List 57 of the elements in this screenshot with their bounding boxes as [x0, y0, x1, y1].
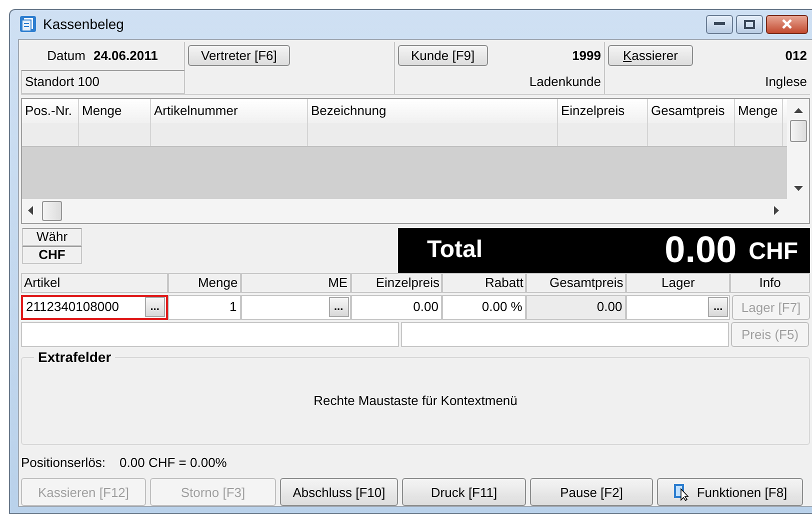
- context-menu-hint: Rechte Maustaste für Kontextmenü: [314, 392, 518, 410]
- browse-button[interactable]: ...: [144, 297, 165, 317]
- vertreter-button[interactable]: Vertreter [F6]: [188, 45, 290, 66]
- panel-title: Extrafelder: [34, 348, 116, 364]
- unit-price-field[interactable]: 0.00: [350, 294, 442, 320]
- total-amount: 0.00: [664, 228, 737, 272]
- cashier-button[interactable]: Kassierer: [608, 45, 693, 66]
- column-header: Gesamtpreis: [526, 272, 626, 292]
- customer-name: Ladenkunde: [529, 72, 601, 91]
- total-currency: CHF: [748, 237, 798, 267]
- currency-value: CHF: [22, 246, 82, 264]
- stock-field[interactable]: ...: [626, 294, 730, 320]
- revenue-label: Positionserlös:: [21, 454, 106, 472]
- column-header: Rabatt: [442, 272, 526, 292]
- scroll-right-icon[interactable]: [774, 206, 780, 215]
- scroll-left-icon[interactable]: [28, 206, 34, 215]
- scroll-up-icon[interactable]: [794, 108, 802, 114]
- currency-label: Währ: [22, 228, 82, 246]
- text-field[interactable]: [21, 322, 399, 346]
- cashier-name: Inglese: [765, 72, 807, 91]
- date-value: 24.06.2011: [93, 46, 158, 65]
- scroll-down-icon[interactable]: [794, 184, 802, 190]
- document-cursor-icon: [672, 483, 689, 501]
- article-field[interactable]: 2112340108000 ...: [21, 294, 168, 320]
- window-title: Kassenbeleg: [43, 14, 124, 34]
- close-button[interactable]: [766, 14, 808, 34]
- column-header: Menge: [168, 272, 241, 292]
- customer-number: 1999: [572, 46, 601, 65]
- scrollbar-thumb[interactable]: [42, 200, 62, 220]
- minimize-icon: [714, 22, 725, 26]
- close-icon: [781, 19, 793, 30]
- column-header: Info: [730, 272, 810, 292]
- column-header: Artikel: [21, 272, 168, 292]
- document-icon: [19, 15, 37, 34]
- total-price-field: 0.00: [526, 294, 626, 320]
- text-field[interactable]: [401, 322, 729, 346]
- action-button[interactable]: Pause [F2]: [530, 478, 653, 506]
- discount-field[interactable]: 0.00 %: [442, 294, 526, 320]
- quantity-field[interactable]: 1: [168, 294, 241, 320]
- minimize-button[interactable]: [706, 14, 733, 34]
- maximize-icon: [744, 20, 755, 29]
- date-label: Datum: [47, 46, 86, 65]
- column-header: Lager: [626, 272, 730, 292]
- unit-field[interactable]: ...: [240, 294, 351, 320]
- action-button[interactable]: Funktionen [F8]: [657, 478, 803, 506]
- cashier-number: 012: [785, 46, 807, 65]
- scrollbar-thumb[interactable]: [790, 120, 806, 142]
- browse-button[interactable]: ...: [328, 297, 349, 317]
- kunde-button[interactable]: Kunde [F9]: [398, 45, 488, 66]
- column-header: Einzelpreis: [350, 272, 442, 292]
- browse-button[interactable]: ...: [708, 297, 728, 317]
- total-label: Total: [427, 235, 483, 265]
- column-header: ME: [240, 272, 351, 292]
- action-button[interactable]: Druck [F11]: [402, 478, 526, 506]
- revenue-value: 0.00 CHF = 0.00%: [120, 454, 227, 472]
- maximize-button[interactable]: [736, 14, 763, 34]
- action-button[interactable]: Abschluss [F10]: [280, 478, 398, 506]
